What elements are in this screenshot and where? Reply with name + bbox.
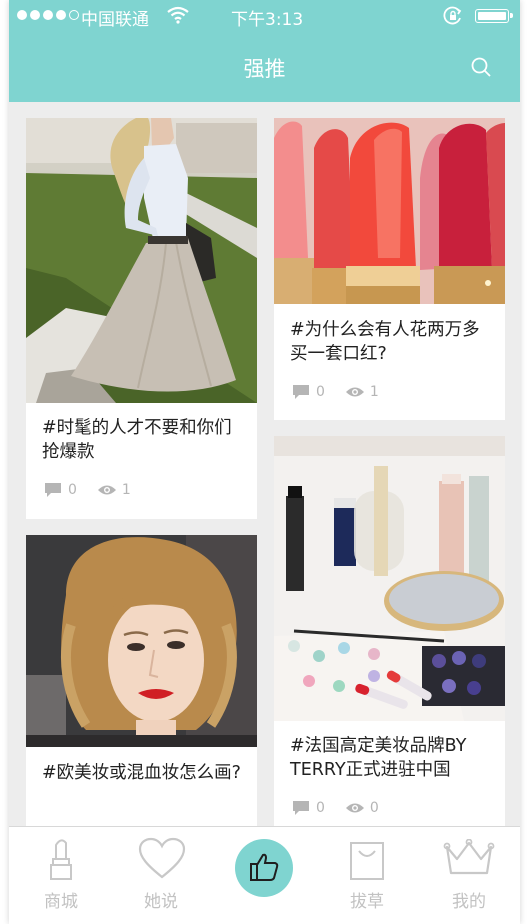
tab-unplant[interactable]: 拔草 — [317, 827, 417, 924]
article-card[interactable]: #法国高定美妆品牌BY TERRY正式进驻中国 0 0 — [274, 436, 505, 835]
article-card[interactable]: #为什么会有人花两万多买一套口红? 0 1 — [274, 118, 505, 420]
view-count: 1 — [369, 384, 379, 400]
lipstick-photo — [274, 118, 505, 304]
article-card[interactable]: #时髦的人才不要和你们抢爆款 0 1 — [26, 118, 257, 519]
crown-icon — [443, 839, 495, 875]
signal-strength-icon — [17, 10, 79, 20]
tab-label: 她说 — [144, 892, 178, 912]
recommend-button[interactable] — [235, 839, 293, 897]
wifi-icon — [167, 6, 189, 24]
view-count: 1 — [121, 482, 131, 498]
article-card[interactable]: #欧美妆或混血妆怎么画? — [26, 535, 257, 835]
page-title: 强推 — [243, 57, 286, 81]
tab-label: 拔草 — [350, 892, 384, 912]
comment-count: 0 — [316, 384, 325, 400]
eye-icon — [345, 803, 364, 813]
heart-icon — [138, 837, 186, 879]
article-stats: 0 1 — [292, 384, 387, 400]
comment-count: 0 — [316, 800, 325, 816]
tab-bar: 商城 她说 拔草 我的 — [9, 826, 520, 924]
view-count: 0 — [369, 800, 379, 816]
comment-count: 0 — [68, 482, 77, 498]
comment-icon — [293, 801, 309, 815]
article-stats: 0 0 — [292, 800, 387, 816]
search-icon[interactable] — [469, 55, 493, 79]
article-title: #法国高定美妆品牌BY TERRY正式进驻中国 — [290, 736, 467, 780]
tab-label: 商城 — [44, 892, 78, 912]
portrait-photo — [26, 535, 257, 747]
nav-bar: 强推 — [9, 32, 520, 102]
shopping-bag-icon — [350, 842, 384, 880]
thumbs-up-icon — [250, 853, 279, 881]
tab-she-says[interactable]: 她说 — [111, 827, 211, 924]
status-bar: 中国联通 下午3:13 — [9, 0, 520, 32]
phone-screen: 中国联通 下午3:13 强推 #时髦的人才不要和你们抢爆款 0 1 #为什么会有… — [9, 0, 520, 924]
eye-icon — [345, 387, 364, 397]
status-time: 下午3:13 — [231, 10, 304, 30]
tab-label: 我的 — [452, 892, 486, 912]
article-title: #为什么会有人花两万多买一套口红? — [290, 320, 480, 364]
rotation-lock-icon — [443, 6, 462, 25]
article-stats: 0 1 — [44, 482, 139, 498]
fashion-photo — [26, 118, 257, 403]
cosmetics-photo — [274, 436, 505, 721]
tab-shop[interactable]: 商城 — [11, 827, 111, 924]
comment-icon — [45, 483, 61, 497]
carrier-label: 中国联通 — [81, 10, 149, 30]
eye-icon — [97, 485, 116, 495]
article-title: #欧美妆或混血妆怎么画? — [42, 763, 241, 783]
article-title: #时髦的人才不要和你们抢爆款 — [42, 418, 232, 462]
lipstick-icon — [50, 839, 72, 880]
battery-icon — [475, 9, 513, 23]
tab-mine[interactable]: 我的 — [419, 827, 519, 924]
comment-icon — [293, 385, 309, 399]
